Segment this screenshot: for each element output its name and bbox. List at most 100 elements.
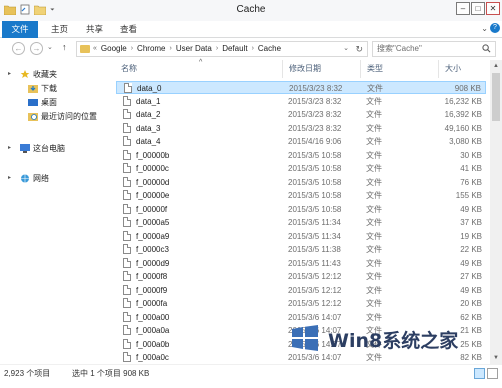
expand-chevron-icon[interactable]: ▸ — [8, 142, 11, 155]
scroll-thumb[interactable] — [492, 73, 500, 121]
tab-file[interactable]: 文件 — [2, 21, 38, 38]
maximize-button[interactable]: □ — [471, 2, 485, 15]
file-size: 3,080 KB — [449, 137, 482, 146]
file-size: 49 KB — [460, 285, 482, 295]
file-date: 2015/3/5 10:58 — [288, 164, 342, 173]
breadcrumb-item-default[interactable]: Default — [222, 42, 247, 56]
tab-share[interactable]: 共享 — [86, 21, 103, 38]
file-date: 2015/3/5 10:58 — [288, 150, 342, 160]
table-row[interactable]: f_0000a5 2015/3/5 11:34 文件 37 KB — [116, 216, 486, 229]
expand-chevron-icon[interactable]: ▸ — [8, 68, 11, 81]
table-row[interactable]: f_0000fa 2015/3/5 12:12 文件 20 KB — [116, 297, 486, 310]
file-size: 155 KB — [455, 191, 482, 200]
recent-locations-icon[interactable]: ⌄ — [47, 43, 53, 51]
vertical-scrollbar[interactable]: ▲ ▼ — [490, 60, 502, 364]
chevron-right-icon[interactable]: › — [170, 42, 172, 56]
large-icons-view-icon[interactable] — [487, 368, 498, 379]
refresh-icon[interactable]: ↻ — [355, 43, 363, 55]
table-row[interactable]: f_0000f8 2015/3/5 12:12 文件 27 KB — [116, 270, 486, 283]
expand-chevron-icon[interactable]: ▸ — [8, 172, 11, 185]
file-icon — [123, 95, 131, 106]
file-date: 2015/3/5 12:12 — [288, 299, 342, 308]
table-row[interactable]: f_00000d 2015/3/5 10:58 文件 76 KB — [116, 176, 486, 189]
address-bar[interactable]: « Google › Chrome › User Data › Default … — [76, 41, 368, 57]
search-icon[interactable] — [482, 44, 491, 53]
file-icon — [123, 230, 131, 241]
expand-ribbon-icon[interactable]: ⌄ — [481, 24, 488, 33]
file-date: 2015/3/23 8:32 — [289, 84, 343, 93]
breadcrumb-item-chrome[interactable]: Chrome — [137, 42, 165, 56]
chevron-right-icon[interactable]: › — [216, 42, 218, 56]
table-row[interactable]: f_00000e 2015/3/5 10:58 文件 155 KB — [116, 189, 486, 202]
column-header-size[interactable]: 大小 — [438, 60, 490, 78]
file-name: data_4 — [136, 137, 161, 146]
file-icon — [123, 122, 131, 133]
table-row[interactable]: f_0000d9 2015/3/5 11:43 文件 49 KB — [116, 257, 486, 270]
file-type: 文件 — [366, 150, 382, 160]
table-row[interactable]: f_0000f9 2015/3/5 12:12 文件 49 KB — [116, 284, 486, 297]
table-row[interactable]: data_2 2015/3/23 8:32 文件 16,392 KB — [116, 108, 486, 121]
up-button[interactable]: ↑ — [62, 42, 67, 52]
file-name: f_00000e — [136, 191, 170, 200]
tab-view[interactable]: 查看 — [120, 21, 137, 38]
file-name: f_0000f9 — [136, 285, 168, 295]
breadcrumb-item-cache[interactable]: Cache — [258, 42, 281, 56]
item-count: 2,923 个项目 — [4, 369, 51, 378]
file-type: 文件 — [366, 285, 382, 295]
table-row[interactable]: f_00000f 2015/3/5 10:58 文件 49 KB — [116, 203, 486, 216]
chevron-left-icon[interactable]: « — [93, 42, 97, 56]
column-header-type[interactable]: 类型 — [360, 60, 438, 78]
scroll-down-icon[interactable]: ▼ — [490, 352, 502, 364]
file-size: 19 KB — [460, 231, 482, 241]
file-date: 2015/3/23 8:32 — [288, 123, 342, 133]
folder-icon — [80, 45, 90, 53]
network-icon — [21, 174, 29, 183]
breadcrumb-item-user-data[interactable]: User Data — [176, 42, 212, 56]
file-date: 2015/3/23 8:32 — [288, 110, 342, 119]
table-row[interactable]: data_0 2015/3/23 8:32 文件 908 KB — [116, 81, 486, 94]
tab-home[interactable]: 主页 — [51, 21, 68, 38]
file-date: 2015/3/5 11:34 — [288, 218, 341, 227]
file-name: data_3 — [136, 123, 161, 133]
file-date: 2015/3/5 12:12 — [288, 285, 342, 295]
table-row[interactable]: data_4 2015/4/16 9:06 文件 3,080 KB — [116, 135, 486, 148]
file-name: f_0000f8 — [136, 272, 168, 281]
favorites-star-icon — [20, 70, 30, 78]
forward-button[interactable]: → — [30, 42, 43, 55]
navigation-pane: ▸ 收藏夹 下载 桌面 最近访问的位置 ▸ 这台电脑 ▸ 网络 — [0, 60, 112, 364]
breadcrumb-item-google[interactable]: Google — [101, 42, 127, 56]
column-header-date[interactable]: 修改日期 — [282, 60, 360, 78]
table-row[interactable]: f_0000a9 2015/3/5 11:34 文件 19 KB — [116, 230, 486, 243]
file-size: 37 KB — [460, 218, 482, 227]
search-input[interactable]: 搜索"Cache" — [372, 41, 496, 57]
close-button[interactable]: ✕ — [486, 2, 500, 15]
chevron-right-icon[interactable]: › — [131, 42, 133, 56]
table-row[interactable]: f_0000c3 2015/3/5 11:38 文件 22 KB — [116, 243, 486, 256]
column-header-name[interactable]: 名称 — [115, 60, 282, 78]
chevron-right-icon[interactable]: › — [252, 42, 254, 56]
back-button[interactable]: ← — [12, 42, 25, 55]
table-row[interactable]: data_1 2015/3/23 8:32 文件 16,232 KB — [116, 95, 486, 108]
file-size: 16,392 KB — [444, 110, 482, 119]
details-view-icon[interactable] — [474, 368, 485, 379]
file-name: data_0 — [137, 84, 162, 93]
help-icon[interactable]: ? — [490, 23, 500, 33]
file-icon — [123, 352, 131, 362]
table-row[interactable]: data_3 2015/3/23 8:32 文件 49,160 KB — [116, 122, 486, 135]
watermark-text: Win8系统之家 — [328, 330, 459, 352]
minimize-button[interactable]: – — [456, 2, 470, 15]
file-size: 49 KB — [460, 258, 482, 268]
file-name: f_0000d9 — [136, 258, 170, 268]
file-size: 16,232 KB — [444, 96, 482, 106]
file-type: 文件 — [366, 191, 382, 200]
title-bar[interactable]: Cache – □ ✕ — [0, 0, 502, 21]
table-row[interactable]: f_00000b 2015/3/5 10:58 文件 30 KB — [116, 149, 486, 162]
file-name: f_00000f — [136, 204, 168, 214]
table-row[interactable]: f_00000c 2015/3/5 10:58 文件 41 KB — [116, 162, 486, 175]
file-date: 2015/3/5 12:12 — [288, 272, 342, 281]
file-type: 文件 — [366, 137, 382, 146]
scroll-up-icon[interactable]: ▲ — [490, 60, 502, 72]
address-dropdown-icon[interactable]: ⌄ — [343, 43, 349, 55]
file-type: 文件 — [366, 123, 382, 133]
file-name: f_00000b — [136, 150, 170, 160]
